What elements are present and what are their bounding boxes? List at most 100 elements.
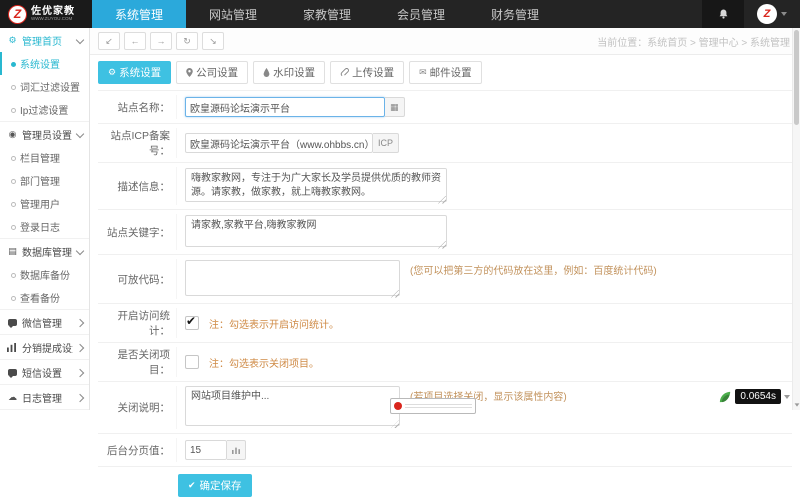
tab-label: 公司设置 [196, 65, 238, 80]
forward-icon[interactable]: → [150, 32, 172, 50]
sidebar-item-system-settings[interactable]: 系统设置 [0, 52, 89, 75]
bar-chart-icon [232, 446, 240, 454]
page-size-input[interactable] [185, 440, 227, 460]
refresh-icon[interactable]: ↻ [176, 32, 198, 50]
leaf-icon [718, 389, 733, 404]
sidebar-group-admin-settings[interactable]: ◉ 管理员设置 [0, 121, 89, 146]
sidebar-link-wechat[interactable]: 微信管理 [0, 309, 89, 334]
sidebar-group-label: 管理首页 [22, 33, 73, 48]
vertical-scrollbar[interactable] [792, 28, 800, 410]
sidebar-link-logs[interactable]: ☁ 日志管理 [0, 384, 89, 409]
bullet-icon [11, 108, 16, 113]
tab-label: 邮件设置 [430, 65, 472, 80]
tab-company-settings[interactable]: 公司设置 [176, 61, 248, 84]
bullet-icon [11, 85, 16, 90]
user-menu[interactable]: Z [744, 0, 800, 28]
sidebar-group-label: 管理员设置 [22, 127, 73, 142]
bullet-icon [11, 202, 16, 207]
field-label: 关闭说明： [98, 386, 177, 429]
back-icon[interactable]: ← [124, 32, 146, 50]
sidebar-link-commission[interactable]: 分销提成设置 [0, 334, 89, 359]
sidebar-item-columns[interactable]: 栏目管理 [0, 146, 89, 169]
row-page-size: 后台分页值： [98, 434, 792, 467]
sidebar-item-ip-filter[interactable]: Ip过滤设置 [0, 98, 89, 121]
sidebar-item-view-backup[interactable]: 查看备份 [0, 286, 89, 309]
tab-mail-settings[interactable]: ✉ 邮件设置 [409, 61, 482, 84]
fullscreen-icon[interactable]: ↙ [98, 32, 120, 50]
avatar: Z [757, 4, 777, 24]
sidebar-group-admin-home[interactable]: ⚙ 管理首页 [0, 28, 89, 52]
grid-icon: ▦ [390, 102, 399, 113]
field-label: 开启访问统计： [98, 308, 177, 338]
cloud-icon: ☁ [7, 392, 18, 403]
field-label: 是否关闭项目： [98, 347, 177, 377]
sidebar-item-db-backup[interactable]: 数据库备份 [0, 263, 89, 286]
field-label: 后台分页值： [98, 438, 177, 462]
browser-download-bar[interactable] [390, 398, 476, 414]
sidebar-link-sms[interactable]: 短信设置 [0, 359, 89, 384]
sidebar-link-label: 短信设置 [22, 365, 73, 380]
chevron-right-icon [76, 393, 84, 401]
tab-label: 水印设置 [273, 65, 315, 80]
target-icon: ◉ [7, 129, 18, 140]
save-button[interactable]: ✔ 确定保存 [178, 474, 252, 497]
embed-code-textarea[interactable] [185, 260, 400, 296]
page-size-addon-button[interactable] [227, 440, 246, 460]
database-icon: ▤ [7, 246, 18, 257]
scrollbar-thumb[interactable] [794, 30, 799, 125]
close-project-checkbox[interactable] [185, 355, 199, 369]
menu-item-system[interactable]: 系统管理 [92, 0, 186, 28]
icp-input[interactable] [185, 133, 373, 153]
top-navigation-bar: Z 佐优家教 WWW.ZUYOU.COM 系统管理 网站管理 家教管理 会员管理… [0, 0, 800, 28]
menu-item-website[interactable]: 网站管理 [186, 0, 280, 28]
sidebar-item-departments[interactable]: 部门管理 [0, 169, 89, 192]
bar-chart-icon [7, 343, 18, 352]
exit-fullscreen-icon[interactable]: ↘ [202, 32, 224, 50]
chevron-down-icon [76, 35, 84, 43]
sidebar-link-label: 日志管理 [22, 390, 73, 405]
wechat-bubble-icon [7, 318, 18, 328]
breadcrumb: 当前位置：系统首页 > 管理中心 > 系统管理 [597, 34, 790, 49]
performance-badge[interactable]: 0.0654s [718, 389, 790, 404]
paperclip-icon [340, 68, 349, 77]
sidebar-item-word-filter[interactable]: 词汇过滤设置 [0, 75, 89, 98]
menu-item-tutoring[interactable]: 家教管理 [280, 0, 374, 28]
menu-item-finance[interactable]: 财务管理 [468, 0, 562, 28]
sidebar-item-label: 数据库备份 [20, 271, 70, 282]
tab-upload-settings[interactable]: 上传设置 [330, 61, 404, 84]
envelope-icon: ✉ [419, 68, 427, 77]
keywords-textarea[interactable]: 请家教,家教平台,嗨教家教网 [185, 215, 447, 247]
tab-label: 系统设置 [119, 65, 161, 80]
description-textarea[interactable]: 嗨教家教网，专注于为广大家长及学员提供优质的教师资源。请家教，做家教，就上嗨教家… [185, 168, 447, 202]
save-button-label: 确定保存 [200, 478, 242, 493]
scrollbar-down-arrow[interactable] [793, 400, 800, 410]
main-menu: 系统管理 网站管理 家教管理 会员管理 财务管理 [92, 0, 562, 28]
chevron-down-icon [781, 12, 787, 16]
row-icp: 站点ICP备案号： ICP [98, 124, 792, 163]
bullet-icon [11, 62, 16, 67]
sidebar-item-admin-users[interactable]: 管理用户 [0, 192, 89, 215]
sidebar-item-label: 栏目管理 [20, 154, 60, 165]
field-label: 站点ICP备案号： [98, 128, 177, 158]
visit-stats-checkbox[interactable] [185, 316, 199, 330]
icp-addon[interactable]: ICP [373, 133, 399, 153]
form-footer: ✔ 确定保存 [98, 467, 792, 504]
chevron-down-icon [784, 395, 790, 399]
sidebar-group-database[interactable]: ▤ 数据库管理 [0, 238, 89, 263]
sidebar-item-login-log[interactable]: 登录日志 [0, 215, 89, 238]
field-label: 可放代码： [98, 259, 177, 299]
site-name-picker-button[interactable]: ▦ [385, 97, 405, 117]
sidebar-item-label: 登录日志 [20, 223, 60, 234]
row-description: 描述信息： 嗨教家教网，专注于为广大家长及学员提供优质的教师资源。请家教，做家教… [98, 163, 792, 210]
close-note-textarea[interactable]: 网站项目维护中... [185, 386, 400, 426]
sidebar-link-label: 分销提成设置 [22, 340, 73, 355]
sidebar: ⚙ 管理首页 系统设置 词汇过滤设置 Ip过滤设置 ◉ 管理员设置 栏目管理 部… [0, 28, 90, 410]
chevron-right-icon [76, 318, 84, 326]
row-embed-code: 可放代码： (您可以把第三方的代码放在这里，例如：百度统计代码) [98, 255, 792, 304]
site-name-input[interactable] [185, 97, 385, 117]
sidebar-item-label: 部门管理 [20, 177, 60, 188]
tab-system-settings[interactable]: ⚙ 系统设置 [98, 61, 171, 84]
menu-item-members[interactable]: 会员管理 [374, 0, 468, 28]
tab-watermark-settings[interactable]: 水印设置 [253, 61, 325, 84]
notifications-button[interactable] [702, 0, 744, 28]
